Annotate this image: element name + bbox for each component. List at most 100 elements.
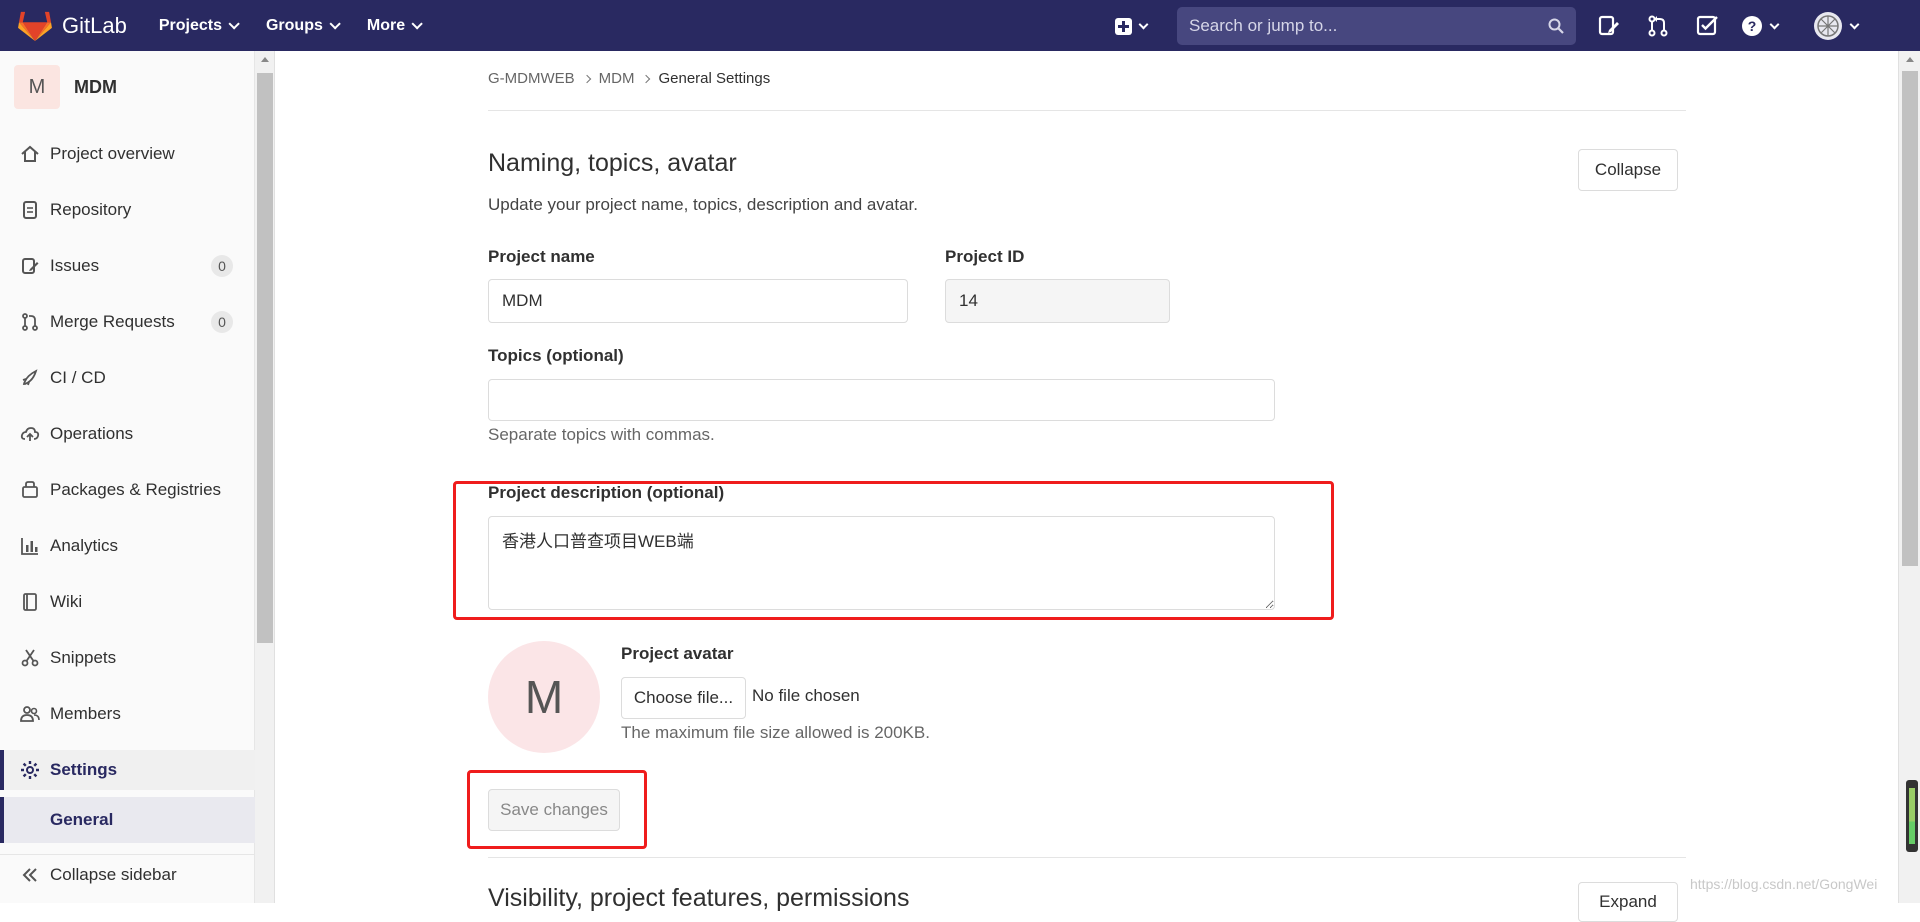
sidebar-item-label: Snippets [50, 648, 117, 667]
watermark-text: https://blog.csdn.net/GongWei [1690, 876, 1878, 892]
package-icon [22, 481, 38, 498]
project-description-textarea[interactable]: 香港人口普查项目WEB端 [488, 516, 1275, 610]
sidebar-item-analytics[interactable]: Analytics [0, 526, 255, 566]
sidebar-item-settings[interactable]: Settings [0, 750, 255, 790]
menu-more[interactable]: More [366, 16, 423, 35]
merge-requests-nav-icon[interactable] [1646, 14, 1670, 38]
project-id-field[interactable] [945, 279, 1170, 323]
sidebar-scrollbar-thumb[interactable] [257, 73, 273, 643]
rocket-icon [22, 369, 38, 386]
chart-icon [21, 538, 38, 555]
project-name-label: Project name [488, 247, 595, 266]
sidebar-item-label: Members [50, 704, 121, 723]
scroll-up-arrow-icon[interactable] [1906, 57, 1914, 62]
collapse-sidebar-button[interactable]: Collapse sidebar [0, 854, 255, 894]
book-icon [23, 593, 37, 611]
todos-nav-icon[interactable] [1695, 14, 1719, 38]
sidebar-project-header[interactable]: M MDM [14, 65, 117, 109]
sidebar-item-label: Packages & Registries [50, 480, 222, 499]
project-description-label: Project description (optional) [488, 483, 725, 502]
menu-groups-label: Groups [265, 16, 323, 34]
sidebar-item-repository[interactable]: Repository [0, 190, 255, 230]
choose-file-button[interactable]: Choose file... [621, 677, 746, 719]
issues-icon [22, 258, 39, 274]
sidebar-item-label: Wiki [50, 592, 83, 611]
sidebar-item-merge-requests[interactable]: Merge Requests 0 [0, 302, 255, 342]
page-scrollbar[interactable] [1898, 51, 1920, 903]
sidebar-item-members[interactable]: Members [0, 694, 255, 734]
plus-square-icon [1115, 17, 1132, 35]
home-icon [21, 145, 39, 162]
merge-requests-count-badge: 0 [211, 311, 233, 333]
gitlab-logo-icon [18, 11, 52, 41]
menu-more-label: More [366, 16, 406, 34]
chevron-right-icon [642, 74, 651, 83]
sidebar-item-ci-cd[interactable]: CI / CD [0, 358, 255, 398]
sidebar-item-label: Issues [50, 256, 100, 275]
main-menu: Projects Groups More [159, 17, 449, 35]
merge-request-icon [22, 313, 38, 331]
chevron-down-icon [1138, 19, 1149, 29]
chevron-right-icon [582, 74, 591, 83]
menu-groups[interactable]: Groups [265, 16, 341, 35]
breadcrumb-group-link[interactable]: G-MDMWEB [488, 70, 575, 87]
menu-projects[interactable]: Projects [158, 16, 240, 35]
search-icon[interactable] [1548, 18, 1564, 34]
project-avatar: M [14, 65, 60, 109]
scissors-icon [21, 649, 39, 667]
project-name-input[interactable] [488, 279, 908, 323]
breadcrumb-project-link[interactable]: MDM [599, 70, 635, 87]
section-description: Update your project name, topics, descri… [488, 195, 918, 214]
project-id-label: Project ID [945, 247, 1025, 266]
sidebar-item-issues[interactable]: Issues 0 [0, 246, 255, 286]
sidebar-item-operations[interactable]: Operations [0, 414, 255, 454]
help-icon: ? [1742, 16, 1762, 36]
issues-nav-icon[interactable] [1597, 14, 1621, 38]
no-file-chosen-text: No file chosen [752, 686, 860, 705]
gitlab-home-link[interactable]: GitLab [18, 0, 127, 51]
user-avatar-icon [1814, 12, 1842, 40]
svg-text:?: ? [1748, 18, 1757, 34]
section-divider [488, 857, 1686, 858]
chevron-down-icon [1769, 19, 1780, 29]
sidebar-subitem-label: General [50, 810, 114, 829]
expand-button[interactable]: Expand [1578, 882, 1678, 922]
collapse-sidebar-label: Collapse sidebar [50, 864, 177, 884]
scroll-up-arrow-icon[interactable] [261, 57, 269, 62]
breadcrumb-current[interactable]: General Settings [658, 70, 770, 87]
breadcrumb: G-MDMWEB MDM General Settings [488, 70, 770, 87]
menu-projects-label: Projects [158, 16, 222, 34]
users-icon [20, 706, 40, 722]
issues-count-badge: 0 [211, 255, 233, 277]
sidebar-item-label: Project overview [50, 144, 175, 163]
sidebar-item-project-overview[interactable]: Project overview [0, 134, 255, 174]
project-avatar-preview: M [488, 641, 600, 753]
avatar-size-help-text: The maximum file size allowed is 200KB. [621, 723, 930, 742]
sidebar-subitem-general[interactable]: General [0, 797, 255, 843]
sidebar-item-label: Settings [50, 760, 118, 779]
sidebar-item-snippets[interactable]: Snippets [0, 638, 255, 678]
chevron-down-icon [329, 17, 341, 30]
chevron-down-icon [228, 17, 240, 30]
collapse-button[interactable]: Collapse [1578, 149, 1678, 191]
sidebar-item-packages-registries[interactable]: Packages & Registries [0, 470, 255, 510]
help-dropdown[interactable]: ? [1741, 14, 1780, 38]
sidebar-item-label: CI / CD [50, 368, 106, 387]
header-divider [488, 110, 1686, 111]
save-changes-button[interactable]: Save changes [488, 789, 620, 831]
topics-input[interactable] [488, 379, 1275, 421]
sidebar-item-wiki[interactable]: Wiki [0, 582, 255, 622]
search-bar [1177, 7, 1576, 45]
sidebar-scrollbar[interactable] [255, 51, 275, 903]
search-input[interactable] [1187, 15, 1527, 37]
cloud-icon [20, 427, 40, 441]
top-navbar: GitLab Projects Groups More Search or ju… [0, 0, 1920, 51]
page-scrollbar-thumb[interactable] [1902, 71, 1918, 566]
user-menu-dropdown[interactable] [1813, 11, 1860, 41]
new-item-dropdown[interactable] [1110, 13, 1152, 39]
level-meter-icon [1906, 780, 1918, 852]
double-chevron-left-icon [22, 867, 37, 882]
chevron-down-icon [1849, 19, 1860, 29]
section-title: Naming, topics, avatar [488, 149, 737, 177]
sidebar-item-label: Operations [50, 424, 134, 443]
